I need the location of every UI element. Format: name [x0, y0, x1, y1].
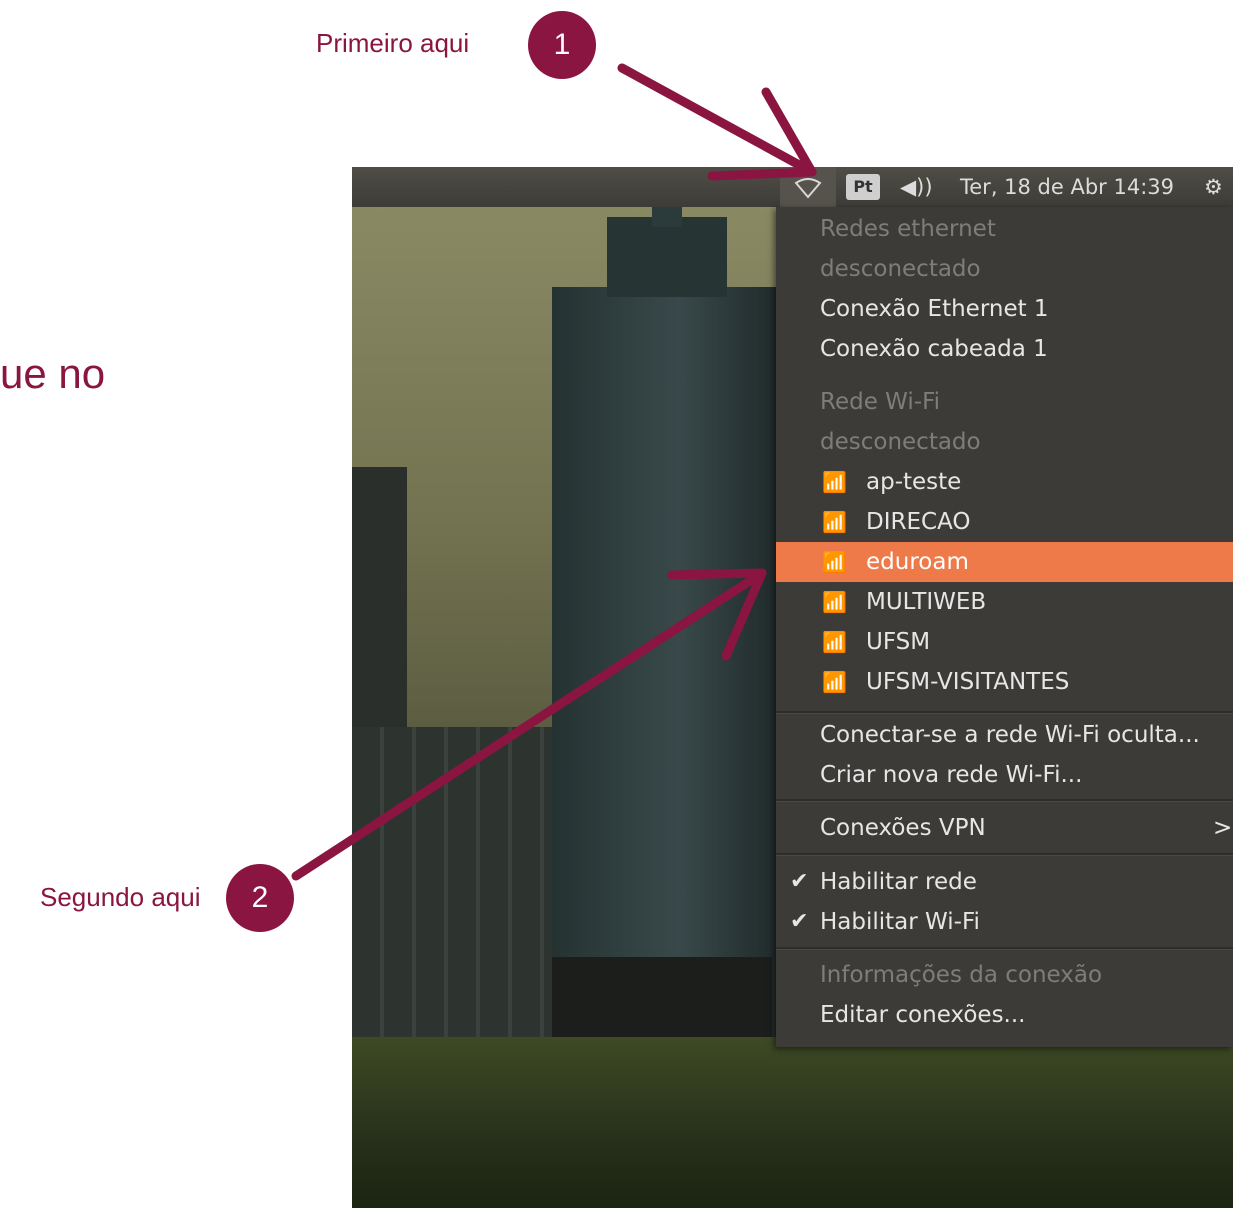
- annotation-arrows: [291, 63, 817, 881]
